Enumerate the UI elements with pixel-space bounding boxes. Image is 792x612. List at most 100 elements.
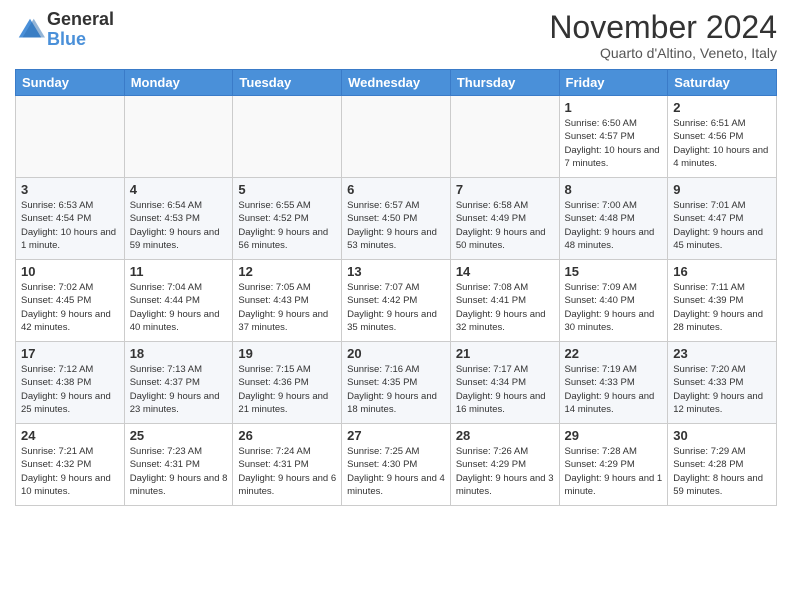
day-number: 29: [565, 428, 663, 443]
table-row: [233, 96, 342, 178]
table-row: 7 Sunrise: 6:58 AM Sunset: 4:49 PM Daylig…: [450, 178, 559, 260]
calendar-week-row: 17Sunrise: 7:12 AM Sunset: 4:38 PM Dayli…: [16, 342, 777, 424]
table-row: 24 Sunrise: 7:21 AM Sunset: 4:32 PM Dayli…: [16, 424, 125, 506]
table-row: 16 Sunrise: 7:11 AM Sunset: 4:39 PM Dayli…: [668, 260, 777, 342]
calendar-header-row: Sunday Monday Tuesday Wednesday Thursday…: [16, 70, 777, 96]
calendar-table: Sunday Monday Tuesday Wednesday Thursday…: [15, 69, 777, 506]
day-number: 27: [347, 428, 445, 443]
table-row: [450, 96, 559, 178]
table-row: 26Sunrise: 7:24 AM Sunset: 4:31 PM Dayli…: [233, 424, 342, 506]
day-info: Sunrise: 6:50 AM Sunset: 4:57 PM Dayligh…: [565, 117, 663, 170]
day-info: Sunrise: 7:00 AM Sunset: 4:48 PM Dayligh…: [565, 199, 663, 252]
month-title: November 2024: [549, 10, 777, 45]
day-number: 11: [130, 264, 228, 279]
table-row: 1 Sunrise: 6:50 AM Sunset: 4:57 PM Daylig…: [559, 96, 668, 178]
day-info: Sunrise: 7:25 AM Sunset: 4:30 PM Dayligh…: [347, 445, 445, 498]
day-info: Sunrise: 7:26 AM Sunset: 4:29 PM Dayligh…: [456, 445, 554, 498]
day-number: 5: [238, 182, 336, 197]
table-row: 19Sunrise: 7:15 AM Sunset: 4:36 PM Dayli…: [233, 342, 342, 424]
header-tuesday: Tuesday: [233, 70, 342, 96]
day-number: 28: [456, 428, 554, 443]
title-block: November 2024 Quarto d'Altino, Veneto, I…: [549, 10, 777, 61]
day-number: 20: [347, 346, 445, 361]
day-info: Sunrise: 6:51 AM Sunset: 4:56 PM Dayligh…: [673, 117, 771, 170]
table-row: [124, 96, 233, 178]
table-row: 4Sunrise: 6:54 AM Sunset: 4:53 PM Daylig…: [124, 178, 233, 260]
day-number: 17: [21, 346, 119, 361]
day-number: 8: [565, 182, 663, 197]
table-row: 13 Sunrise: 7:07 AM Sunset: 4:42 PM Dayli…: [342, 260, 451, 342]
calendar-week-row: 24 Sunrise: 7:21 AM Sunset: 4:32 PM Dayli…: [16, 424, 777, 506]
day-info: Sunrise: 6:55 AM Sunset: 4:52 PM Dayligh…: [238, 199, 336, 252]
day-number: 16: [673, 264, 771, 279]
day-info: Sunrise: 6:54 AM Sunset: 4:53 PM Dayligh…: [130, 199, 228, 252]
day-info: Sunrise: 7:20 AM Sunset: 4:33 PM Dayligh…: [673, 363, 771, 416]
table-row: 15 Sunrise: 7:09 AM Sunset: 4:40 PM Dayli…: [559, 260, 668, 342]
header-wednesday: Wednesday: [342, 70, 451, 96]
table-row: 22Sunrise: 7:19 AM Sunset: 4:33 PM Dayli…: [559, 342, 668, 424]
day-info: Sunrise: 7:24 AM Sunset: 4:31 PM Dayligh…: [238, 445, 336, 498]
day-info: Sunrise: 7:05 AM Sunset: 4:43 PM Dayligh…: [238, 281, 336, 334]
table-row: 2 Sunrise: 6:51 AM Sunset: 4:56 PM Daylig…: [668, 96, 777, 178]
location-subtitle: Quarto d'Altino, Veneto, Italy: [549, 45, 777, 61]
day-info: Sunrise: 7:07 AM Sunset: 4:42 PM Dayligh…: [347, 281, 445, 334]
day-info: Sunrise: 7:01 AM Sunset: 4:47 PM Dayligh…: [673, 199, 771, 252]
day-info: Sunrise: 7:09 AM Sunset: 4:40 PM Dayligh…: [565, 281, 663, 334]
calendar-week-row: 3 Sunrise: 6:53 AM Sunset: 4:54 PM Daylig…: [16, 178, 777, 260]
table-row: 14 Sunrise: 7:08 AM Sunset: 4:41 PM Dayli…: [450, 260, 559, 342]
table-row: 23 Sunrise: 7:20 AM Sunset: 4:33 PM Dayli…: [668, 342, 777, 424]
day-number: 14: [456, 264, 554, 279]
table-row: 17Sunrise: 7:12 AM Sunset: 4:38 PM Dayli…: [16, 342, 125, 424]
day-number: 1: [565, 100, 663, 115]
day-info: Sunrise: 7:13 AM Sunset: 4:37 PM Dayligh…: [130, 363, 228, 416]
day-info: Sunrise: 6:58 AM Sunset: 4:49 PM Dayligh…: [456, 199, 554, 252]
day-number: 24: [21, 428, 119, 443]
day-info: Sunrise: 7:04 AM Sunset: 4:44 PM Dayligh…: [130, 281, 228, 334]
logo-general: General: [47, 10, 114, 30]
day-number: 18: [130, 346, 228, 361]
table-row: 5 Sunrise: 6:55 AM Sunset: 4:52 PM Daylig…: [233, 178, 342, 260]
day-number: 7: [456, 182, 554, 197]
day-number: 6: [347, 182, 445, 197]
table-row: 9 Sunrise: 7:01 AM Sunset: 4:47 PM Daylig…: [668, 178, 777, 260]
table-row: 18 Sunrise: 7:13 AM Sunset: 4:37 PM Dayli…: [124, 342, 233, 424]
day-number: 2: [673, 100, 771, 115]
header: General Blue November 2024 Quarto d'Alti…: [15, 10, 777, 61]
table-row: 27 Sunrise: 7:25 AM Sunset: 4:30 PM Dayli…: [342, 424, 451, 506]
logo-text: General Blue: [47, 10, 114, 50]
day-number: 19: [238, 346, 336, 361]
day-info: Sunrise: 7:19 AM Sunset: 4:33 PM Dayligh…: [565, 363, 663, 416]
table-row: 29 Sunrise: 7:28 AM Sunset: 4:29 PM Dayli…: [559, 424, 668, 506]
header-thursday: Thursday: [450, 70, 559, 96]
table-row: 25 Sunrise: 7:23 AM Sunset: 4:31 PM Dayli…: [124, 424, 233, 506]
day-info: Sunrise: 7:23 AM Sunset: 4:31 PM Dayligh…: [130, 445, 228, 498]
day-number: 9: [673, 182, 771, 197]
day-info: Sunrise: 7:08 AM Sunset: 4:41 PM Dayligh…: [456, 281, 554, 334]
day-number: 3: [21, 182, 119, 197]
day-info: Sunrise: 7:28 AM Sunset: 4:29 PM Dayligh…: [565, 445, 663, 498]
day-info: Sunrise: 7:17 AM Sunset: 4:34 PM Dayligh…: [456, 363, 554, 416]
day-number: 10: [21, 264, 119, 279]
calendar-container: General Blue November 2024 Quarto d'Alti…: [0, 0, 792, 511]
day-number: 25: [130, 428, 228, 443]
day-number: 15: [565, 264, 663, 279]
table-row: 21Sunrise: 7:17 AM Sunset: 4:34 PM Dayli…: [450, 342, 559, 424]
table-row: [16, 96, 125, 178]
logo-blue: Blue: [47, 30, 114, 50]
table-row: 12 Sunrise: 7:05 AM Sunset: 4:43 PM Dayli…: [233, 260, 342, 342]
day-info: Sunrise: 7:21 AM Sunset: 4:32 PM Dayligh…: [21, 445, 119, 498]
day-info: Sunrise: 7:29 AM Sunset: 4:28 PM Dayligh…: [673, 445, 771, 498]
day-info: Sunrise: 6:53 AM Sunset: 4:54 PM Dayligh…: [21, 199, 119, 252]
calendar-week-row: 10Sunrise: 7:02 AM Sunset: 4:45 PM Dayli…: [16, 260, 777, 342]
day-info: Sunrise: 7:11 AM Sunset: 4:39 PM Dayligh…: [673, 281, 771, 334]
table-row: 28 Sunrise: 7:26 AM Sunset: 4:29 PM Dayli…: [450, 424, 559, 506]
day-number: 13: [347, 264, 445, 279]
table-row: 20Sunrise: 7:16 AM Sunset: 4:35 PM Dayli…: [342, 342, 451, 424]
logo-icon: [15, 15, 45, 45]
logo: General Blue: [15, 10, 114, 50]
table-row: [342, 96, 451, 178]
table-row: 6 Sunrise: 6:57 AM Sunset: 4:50 PM Daylig…: [342, 178, 451, 260]
day-info: Sunrise: 6:57 AM Sunset: 4:50 PM Dayligh…: [347, 199, 445, 252]
day-number: 23: [673, 346, 771, 361]
day-number: 12: [238, 264, 336, 279]
